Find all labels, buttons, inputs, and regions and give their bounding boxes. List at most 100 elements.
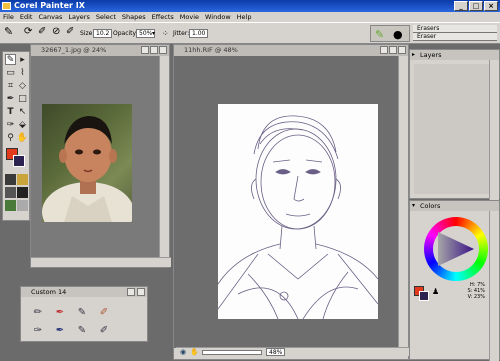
toolbox: ✎ ▸ ▭ ⌇ ⌗ ◇ ✒ □ T ↖ ✑ ⬙ ⚲ ✋ <box>2 51 30 221</box>
minimize-button[interactable]: _ <box>454 1 468 11</box>
hand-icon[interactable]: ✋ <box>190 348 199 357</box>
size-input[interactable]: 10.2 <box>93 29 113 38</box>
chalk-icon[interactable]: ✐ <box>97 305 111 319</box>
menu-help[interactable]: Help <box>237 12 252 22</box>
value-readout: V: 23% <box>467 294 485 300</box>
oil-brush-icon[interactable]: ✒ <box>53 323 67 337</box>
opacity-slider-icon[interactable]: ▾ <box>152 29 155 39</box>
brush-selector[interactable]: ✎ ● <box>370 25 410 42</box>
menu-file[interactable]: File <box>3 12 14 22</box>
document-title: 11hh.RIF @ 48% <box>184 46 238 54</box>
menu-effects[interactable]: Effects <box>152 12 174 22</box>
doc-minimize-button[interactable] <box>380 46 388 54</box>
jitter-label: Jitter: <box>173 30 190 37</box>
watercolor-icon[interactable]: ✎ <box>75 323 89 337</box>
doc-close-button[interactable] <box>398 46 406 54</box>
additional-color-swatch[interactable] <box>13 155 25 167</box>
doc-maximize-button[interactable] <box>389 46 397 54</box>
dropper-icon[interactable]: ✑ <box>5 119 16 130</box>
app-title: Corel Painter IX <box>14 1 85 10</box>
collapse-arrow-icon[interactable]: ▾ <box>412 201 415 211</box>
magnifier-icon[interactable]: ⚲ <box>5 132 16 143</box>
layers-scrollbar[interactable] <box>489 60 499 200</box>
brush-shape-icon[interactable]: ⟳ <box>24 27 32 37</box>
size-label: Size <box>80 30 93 37</box>
boy-photo-illustration <box>42 116 132 222</box>
felt-pen-icon[interactable]: ✎ <box>75 305 89 319</box>
brush-category-icon: ✎ <box>375 28 385 41</box>
doc-close-button[interactable] <box>159 46 167 54</box>
property-bar: ✎ ⟳ ✐ ⊘ ✐ Size 10.2 Opacity: 50% ▾ ⁘ Jit… <box>0 22 500 44</box>
brush-tool-icon[interactable]: ✎ <box>5 54 16 65</box>
pen-tool-icon[interactable]: ✒ <box>5 93 16 104</box>
sketch-canvas[interactable] <box>218 104 378 319</box>
colors-title-bar: ▾ Colors <box>410 201 499 211</box>
colors-scrollbar[interactable] <box>489 211 499 361</box>
rectangle-select-icon[interactable]: ▭ <box>5 67 16 78</box>
document-title-bar: 11hh.RIF @ 48% <box>174 45 408 56</box>
pattern-selector[interactable] <box>5 187 16 198</box>
grabber-icon[interactable]: ✋ <box>17 132 28 143</box>
weaving-selector[interactable] <box>17 187 28 198</box>
menu-canvas[interactable]: Canvas <box>38 12 62 22</box>
brush-dab-icon[interactable]: ⊘ <box>52 27 60 37</box>
collapse-arrow-icon[interactable]: ▸ <box>412 50 415 60</box>
shape-select-icon[interactable]: ↖ <box>17 106 28 117</box>
zoom-slider[interactable] <box>202 350 262 355</box>
doc-vertical-scrollbar[interactable] <box>159 56 169 258</box>
nozzle-selector[interactable] <box>5 200 16 211</box>
doc-horizontal-scrollbar[interactable] <box>31 257 171 267</box>
crop-icon[interactable]: ⌗ <box>5 80 16 91</box>
paper-selector[interactable] <box>5 174 16 185</box>
pencil-brush-icon[interactable]: ✏ <box>31 305 45 319</box>
look-selector[interactable] <box>17 200 28 211</box>
palette-close-button[interactable] <box>137 288 145 296</box>
layer-adjuster-icon[interactable]: ▸ <box>17 54 28 65</box>
jitter-icon: ⁘ <box>162 29 169 38</box>
menu-bar: File Edit Canvas Layers Select Shapes Ef… <box>0 12 500 22</box>
app-title-bar: Corel Painter IX _ □ × <box>0 0 500 12</box>
menu-layers[interactable]: Layers <box>68 12 90 22</box>
jitter-input[interactable]: 1.00 <box>189 29 209 38</box>
blender-icon[interactable]: ✑ <box>31 323 45 337</box>
doc-maximize-button[interactable] <box>150 46 158 54</box>
menu-window[interactable]: Window <box>205 12 231 22</box>
brush-variant-label[interactable]: Eraser <box>413 33 497 41</box>
magic-wand-icon[interactable]: ⌇ <box>17 67 28 78</box>
sketch-canvas-area <box>174 56 408 348</box>
document-window-photo: 32667_1.jpg @ 24% <box>30 44 171 268</box>
maximize-button[interactable]: □ <box>469 1 483 11</box>
doc-vertical-scrollbar[interactable] <box>398 56 408 348</box>
brush-category-label[interactable]: Erasers <box>413 25 497 33</box>
layers-title-bar: ▸ Layers <box>410 50 499 60</box>
layers-panel: ▸ Layers <box>409 49 500 200</box>
gradient-selector[interactable] <box>17 174 28 185</box>
palette-minimize-button[interactable] <box>127 288 135 296</box>
airbrush-icon[interactable]: ✒ <box>53 305 67 319</box>
menu-shapes[interactable]: Shapes <box>122 12 146 22</box>
painter-app-icon <box>2 2 11 10</box>
clone-color-icon[interactable]: ♟ <box>432 287 439 296</box>
eraser-brush-icon[interactable]: ✐ <box>97 323 111 337</box>
hue-ring[interactable] <box>424 217 488 281</box>
pencil-sketch <box>218 115 378 319</box>
menu-edit[interactable]: Edit <box>20 12 33 22</box>
shape-icon[interactable]: ◇ <box>17 80 28 91</box>
paint-bucket-icon[interactable]: ⬙ <box>17 119 28 130</box>
zoom-level[interactable]: 48% <box>266 348 286 356</box>
doc-minimize-button[interactable] <box>141 46 149 54</box>
layers-list <box>414 64 494 194</box>
zoom-bar: ◉ ✋ 48% <box>176 347 409 356</box>
menu-select[interactable]: Select <box>96 12 116 22</box>
brush-ghost-icon[interactable]: ✐ <box>38 27 46 37</box>
close-button[interactable]: × <box>484 1 498 11</box>
rect-shape-icon[interactable]: □ <box>17 93 28 104</box>
text-tool-icon[interactable]: T <box>5 106 16 117</box>
globe-icon[interactable]: ◉ <box>180 348 186 357</box>
additional-color-chip[interactable] <box>419 291 429 301</box>
layers-title: Layers <box>420 51 442 59</box>
brush-stroke-icon[interactable]: ✐ <box>66 27 74 37</box>
brush-tool-icon[interactable]: ✎ <box>4 26 13 37</box>
saturation-value-triangle[interactable] <box>436 230 476 268</box>
menu-movie[interactable]: Movie <box>180 12 199 22</box>
